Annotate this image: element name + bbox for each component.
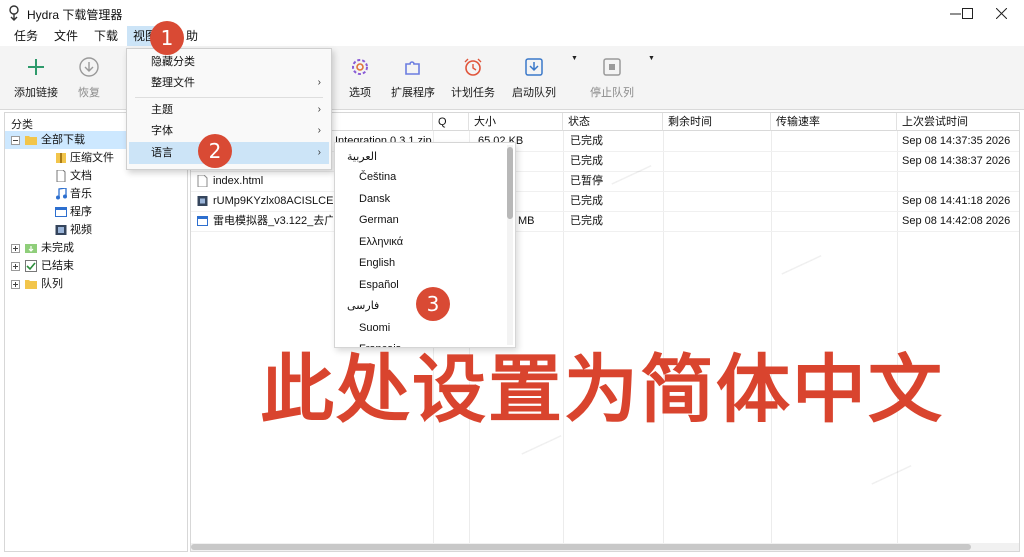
start-queue-label: 启动队列 bbox=[512, 87, 556, 99]
checkbox-checked-icon bbox=[25, 260, 37, 272]
scheduler-label: 计划任务 bbox=[451, 87, 495, 99]
tree-label: 已结束 bbox=[41, 260, 74, 272]
download-circle-icon bbox=[79, 57, 99, 77]
close-button[interactable] bbox=[978, 0, 1024, 26]
stop-queue-dropdown-icon[interactable]: ▼ bbox=[648, 55, 655, 62]
program-window-icon bbox=[55, 207, 67, 217]
menu-separator bbox=[135, 97, 323, 98]
horizontal-scrollbar[interactable] bbox=[191, 543, 1019, 551]
category-sidebar: 分类 全部下载 压缩文件 文档 音乐 程序 视频 未完成 已结束 队列 bbox=[4, 112, 188, 552]
window-title: Hydra 下载管理器 bbox=[27, 8, 123, 22]
tree-label: 全部下载 bbox=[41, 134, 85, 146]
chevron-right-icon: › bbox=[317, 147, 321, 158]
tree-label: 程序 bbox=[70, 206, 92, 218]
expand-toggle-icon[interactable] bbox=[11, 244, 20, 253]
music-note-icon bbox=[56, 188, 67, 200]
column-header-rate[interactable]: 传输速率 bbox=[771, 113, 897, 131]
collapse-toggle-icon[interactable] bbox=[11, 136, 20, 145]
step-badge-1: 1 bbox=[150, 21, 184, 55]
tree-label: 视频 bbox=[70, 224, 92, 236]
html-file-icon bbox=[197, 175, 208, 187]
queue-stop-icon bbox=[603, 58, 621, 76]
title-bar: Hydra 下载管理器 bbox=[0, 0, 1024, 26]
expand-toggle-icon[interactable] bbox=[11, 280, 20, 289]
alarm-clock-icon bbox=[464, 58, 482, 76]
maximize-icon bbox=[961, 7, 973, 19]
plus-icon bbox=[28, 59, 44, 75]
chevron-right-icon: › bbox=[317, 125, 321, 136]
hydra-app-icon bbox=[9, 5, 19, 21]
sidebar-header: 分类 bbox=[11, 119, 33, 131]
cell-size: MB bbox=[518, 215, 535, 227]
language-option[interactable]: German bbox=[335, 210, 505, 231]
tree-label: 压缩文件 bbox=[70, 152, 114, 164]
menu-item-label: 字体 bbox=[151, 125, 173, 137]
resume-label: 恢复 bbox=[78, 87, 100, 99]
stop-queue-button[interactable]: 停止队列 bbox=[577, 46, 647, 110]
cell-last-try: Sep 08 14:37:35 2026 bbox=[902, 135, 1011, 147]
menu-item-hide-categories[interactable]: 隐藏分类 bbox=[129, 51, 329, 73]
video-file-icon bbox=[197, 196, 208, 206]
menu-item-organize-files[interactable]: 整理文件 › bbox=[129, 72, 329, 94]
row-divider bbox=[191, 231, 1019, 232]
scrollbar-thumb[interactable] bbox=[507, 147, 513, 219]
archive-icon bbox=[56, 153, 66, 163]
column-header-time-left[interactable]: 剩余时间 bbox=[663, 113, 771, 131]
language-option[interactable]: العربية bbox=[335, 147, 505, 168]
expand-toggle-icon[interactable] bbox=[11, 262, 20, 271]
menu-item-label: 语言 bbox=[151, 147, 173, 159]
chevron-right-icon: › bbox=[317, 77, 321, 88]
cell-status: 已完成 bbox=[570, 135, 603, 147]
language-option[interactable]: English bbox=[335, 253, 505, 274]
cell-last-try: Sep 08 14:42:08 2026 bbox=[902, 215, 1011, 227]
close-icon bbox=[995, 7, 1007, 19]
menu-task[interactable]: 任务 bbox=[8, 26, 44, 46]
language-option[interactable]: Čeština bbox=[335, 167, 505, 188]
menu-item-font[interactable]: 字体 › bbox=[129, 120, 329, 142]
menu-file[interactable]: 文件 bbox=[48, 26, 84, 46]
chevron-right-icon: › bbox=[317, 104, 321, 115]
column-header-status[interactable]: 状态 bbox=[563, 113, 663, 131]
menu-item-label: 主题 bbox=[151, 104, 173, 116]
folder-icon bbox=[25, 136, 37, 145]
video-icon bbox=[55, 225, 67, 235]
cell-status: 已完成 bbox=[570, 195, 603, 207]
queue-download-icon bbox=[525, 58, 543, 76]
tree-label: 音乐 bbox=[70, 188, 92, 200]
cell-last-try: Sep 08 14:41:18 2026 bbox=[902, 195, 1011, 207]
gear-icon bbox=[352, 59, 368, 75]
tree-label: 队列 bbox=[41, 278, 63, 290]
language-option[interactable]: Ελληνικά bbox=[335, 232, 505, 253]
menu-download[interactable]: 下载 bbox=[88, 26, 124, 46]
cell-file-name[interactable]: 雷电模拟器_v3.122_去广告 bbox=[213, 211, 333, 231]
step-badge-2: 2 bbox=[198, 134, 232, 168]
cell-file-name[interactable]: rUMp9KYzlx08ACISLCEU0 bbox=[213, 191, 333, 211]
stop-queue-label: 停止队列 bbox=[590, 87, 634, 99]
resume-button[interactable]: 恢复 bbox=[54, 46, 124, 110]
cell-status: 已完成 bbox=[570, 215, 603, 227]
start-queue-button[interactable]: 启动队列 bbox=[499, 46, 569, 110]
menu-item-theme[interactable]: 主题 › bbox=[129, 99, 329, 121]
column-header-last-try[interactable]: 上次尝试时间 bbox=[897, 113, 1019, 131]
cell-file-name[interactable]: index.html bbox=[213, 171, 333, 191]
scrollbar-thumb[interactable] bbox=[191, 544, 971, 550]
menu-item-label: 整理文件 bbox=[151, 77, 195, 89]
folder-icon bbox=[25, 280, 37, 289]
puzzle-icon bbox=[405, 61, 420, 75]
column-header-q[interactable]: Q bbox=[433, 113, 469, 131]
annotation-text: 此处设置为简体中文 bbox=[260, 347, 944, 433]
unfinished-icon bbox=[25, 244, 37, 253]
tree-label: 文档 bbox=[70, 170, 92, 182]
column-header-size[interactable]: 大小 bbox=[469, 113, 563, 131]
scheduler-button[interactable]: 计划任务 bbox=[438, 46, 508, 110]
cell-last-try: Sep 08 14:38:37 2026 bbox=[902, 155, 1011, 167]
language-option[interactable]: Dansk bbox=[335, 189, 505, 210]
cell-status: 已暂停 bbox=[570, 175, 603, 187]
language-scrollbar[interactable] bbox=[507, 145, 513, 345]
step-badge-3: 3 bbox=[416, 287, 450, 321]
program-file-icon bbox=[197, 216, 208, 226]
cell-status: 已完成 bbox=[570, 155, 603, 167]
tree-label: 未完成 bbox=[41, 242, 74, 254]
document-icon bbox=[56, 170, 66, 182]
